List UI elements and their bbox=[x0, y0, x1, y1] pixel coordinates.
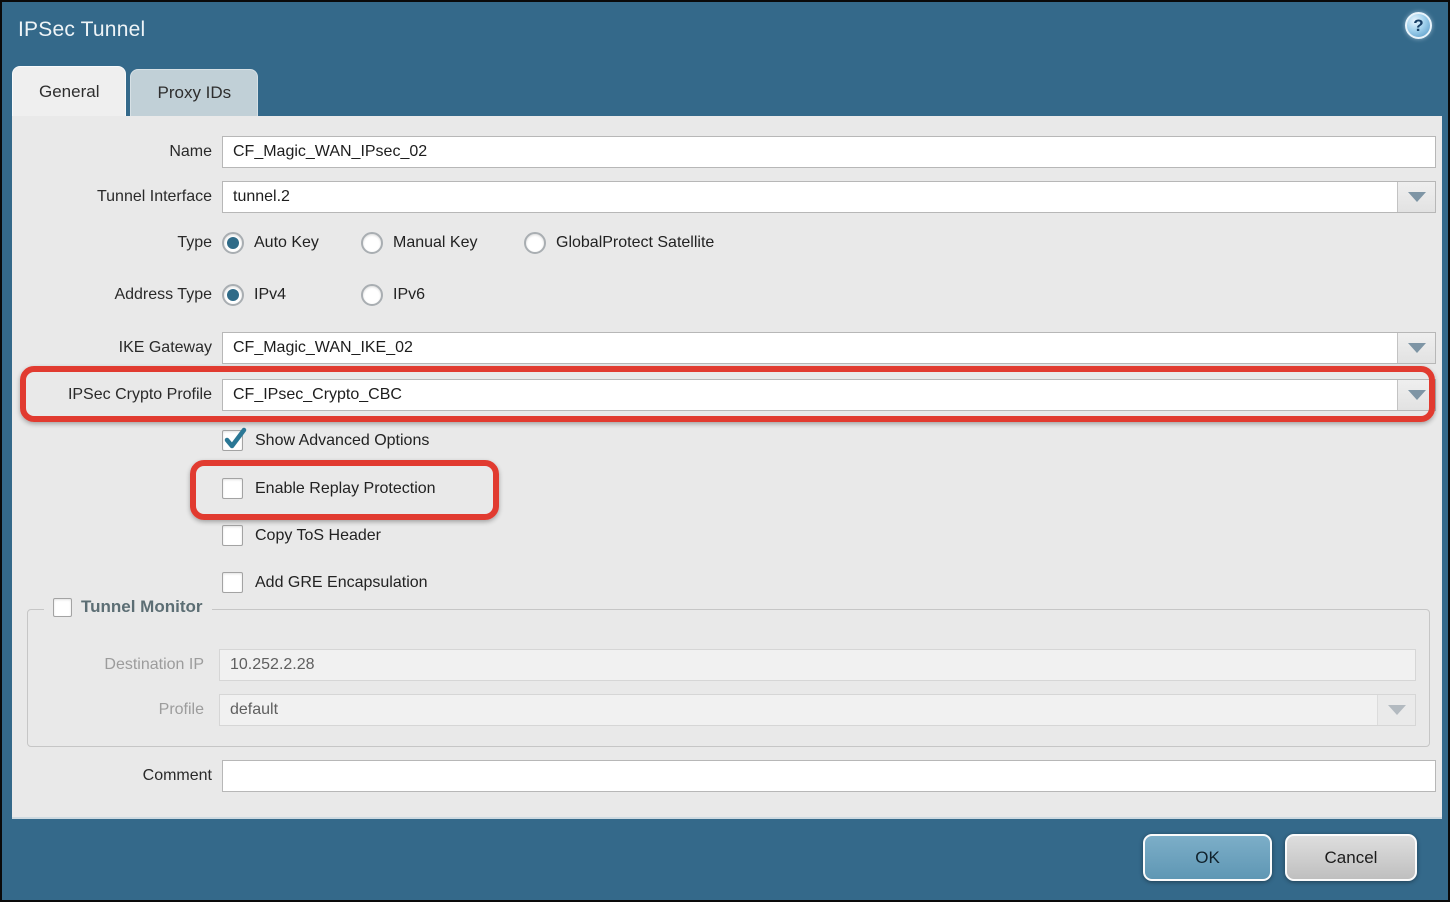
checkbox-icon bbox=[222, 430, 243, 451]
address-type-label: Address Type bbox=[12, 286, 212, 304]
checkbox-show-advanced-options[interactable]: Show Advanced Options bbox=[222, 430, 429, 451]
comment-input[interactable] bbox=[222, 760, 1436, 792]
profile-row: Profile default bbox=[28, 694, 1416, 726]
tunnel-interface-value: tunnel.2 bbox=[223, 188, 1397, 206]
name-value: CF_Magic_WAN_IPsec_02 bbox=[223, 143, 1435, 161]
name-row: Name CF_Magic_WAN_IPsec_02 bbox=[12, 136, 1436, 168]
radio-ipv4[interactable]: IPv4 bbox=[222, 284, 361, 306]
comment-row: Comment bbox=[12, 760, 1436, 792]
radio-icon bbox=[524, 232, 546, 254]
radio-label: GlobalProtect Satellite bbox=[556, 234, 714, 252]
ipsec-tunnel-dialog: IPSec Tunnel ? General Proxy IDs Name CF… bbox=[0, 0, 1450, 902]
dialog-title: IPSec Tunnel bbox=[18, 18, 145, 42]
tunnel-interface-row: Tunnel Interface tunnel.2 bbox=[12, 181, 1436, 213]
type-radio-group: Auto Key Manual Key GlobalProtect Satell… bbox=[222, 232, 714, 254]
destination-ip-input: 10.252.2.28 bbox=[219, 649, 1416, 681]
address-type-radio-group: IPv4 IPv6 bbox=[222, 284, 425, 306]
tunnel-monitor-legend[interactable]: Tunnel Monitor bbox=[44, 597, 212, 617]
chevron-down-icon bbox=[1408, 390, 1426, 400]
chevron-down-icon bbox=[1408, 343, 1426, 353]
ipsec-crypto-profile-label: IPSec Crypto Profile bbox=[12, 386, 212, 404]
tunnel-interface-select[interactable]: tunnel.2 bbox=[222, 181, 1436, 213]
radio-globalprotect-satellite[interactable]: GlobalProtect Satellite bbox=[524, 232, 714, 254]
profile-value: default bbox=[220, 701, 1377, 719]
name-label: Name bbox=[12, 143, 212, 161]
radio-icon bbox=[361, 284, 383, 306]
help-icon[interactable]: ? bbox=[1405, 12, 1432, 39]
radio-ipv6[interactable]: IPv6 bbox=[361, 284, 425, 306]
ipsec-crypto-profile-row: IPSec Crypto Profile CF_IPsec_Crypto_CBC bbox=[12, 379, 1436, 411]
ipsec-crypto-profile-dropdown-button[interactable] bbox=[1397, 380, 1435, 410]
checkbox-label: Show Advanced Options bbox=[255, 432, 429, 450]
radio-icon bbox=[222, 232, 244, 254]
checkbox-label: Copy ToS Header bbox=[255, 527, 381, 545]
ok-button[interactable]: OK bbox=[1143, 834, 1272, 881]
address-type-row: Address Type IPv4 IPv6 bbox=[12, 284, 1436, 306]
checkbox-label: Add GRE Encapsulation bbox=[255, 574, 428, 592]
radio-manual-key[interactable]: Manual Key bbox=[361, 232, 524, 254]
profile-select: default bbox=[219, 694, 1416, 726]
radio-label: Auto Key bbox=[254, 234, 319, 252]
destination-ip-row: Destination IP 10.252.2.28 bbox=[28, 649, 1416, 681]
name-input[interactable]: CF_Magic_WAN_IPsec_02 bbox=[222, 136, 1436, 168]
type-label: Type bbox=[12, 234, 212, 252]
profile-label: Profile bbox=[28, 701, 204, 719]
ipsec-crypto-profile-select[interactable]: CF_IPsec_Crypto_CBC bbox=[222, 379, 1436, 411]
ike-gateway-row: IKE Gateway CF_Magic_WAN_IKE_02 bbox=[12, 332, 1436, 364]
checkbox-add-gre-encapsulation[interactable]: Add GRE Encapsulation bbox=[222, 572, 428, 593]
checkbox-enable-replay-protection[interactable]: Enable Replay Protection bbox=[222, 478, 436, 499]
chevron-down-icon bbox=[1408, 192, 1426, 202]
ike-gateway-dropdown-button[interactable] bbox=[1397, 333, 1435, 363]
radio-label: Manual Key bbox=[393, 234, 478, 252]
checkbox-icon bbox=[222, 525, 243, 546]
tab-bar: General Proxy IDs bbox=[12, 66, 258, 116]
profile-dropdown-button bbox=[1377, 695, 1415, 725]
tunnel-monitor-fieldset: Tunnel Monitor Destination IP 10.252.2.2… bbox=[27, 609, 1430, 747]
radio-label: IPv6 bbox=[393, 286, 425, 304]
checkbox-copy-tos-header[interactable]: Copy ToS Header bbox=[222, 525, 381, 546]
tab-proxy-ids[interactable]: Proxy IDs bbox=[130, 69, 258, 116]
radio-auto-key[interactable]: Auto Key bbox=[222, 232, 361, 254]
radio-label: IPv4 bbox=[254, 286, 286, 304]
checkbox-icon bbox=[222, 572, 243, 593]
comment-label: Comment bbox=[12, 767, 212, 785]
ike-gateway-select[interactable]: CF_Magic_WAN_IKE_02 bbox=[222, 332, 1436, 364]
general-tab-panel: Name CF_Magic_WAN_IPsec_02 Tunnel Interf… bbox=[12, 116, 1442, 819]
ipsec-crypto-profile-value: CF_IPsec_Crypto_CBC bbox=[223, 386, 1397, 404]
ike-gateway-label: IKE Gateway bbox=[12, 339, 212, 357]
tunnel-interface-label: Tunnel Interface bbox=[12, 188, 212, 206]
cancel-button[interactable]: Cancel bbox=[1285, 834, 1417, 881]
destination-ip-label: Destination IP bbox=[28, 656, 204, 674]
tunnel-monitor-label: Tunnel Monitor bbox=[81, 597, 203, 617]
checkbox-icon bbox=[222, 478, 243, 499]
radio-icon bbox=[361, 232, 383, 254]
radio-icon bbox=[222, 284, 244, 306]
ike-gateway-value: CF_Magic_WAN_IKE_02 bbox=[223, 339, 1397, 357]
type-row: Type Auto Key Manual Key GlobalProtect S… bbox=[12, 232, 1436, 254]
checkbox-label: Enable Replay Protection bbox=[255, 480, 436, 498]
tunnel-interface-dropdown-button[interactable] bbox=[1397, 182, 1435, 212]
checkbox-icon[interactable] bbox=[53, 598, 72, 617]
chevron-down-icon bbox=[1388, 705, 1406, 715]
destination-ip-value: 10.252.2.28 bbox=[220, 656, 1415, 674]
dialog-titlebar: IPSec Tunnel ? bbox=[2, 2, 1448, 64]
tab-general[interactable]: General bbox=[12, 66, 126, 116]
